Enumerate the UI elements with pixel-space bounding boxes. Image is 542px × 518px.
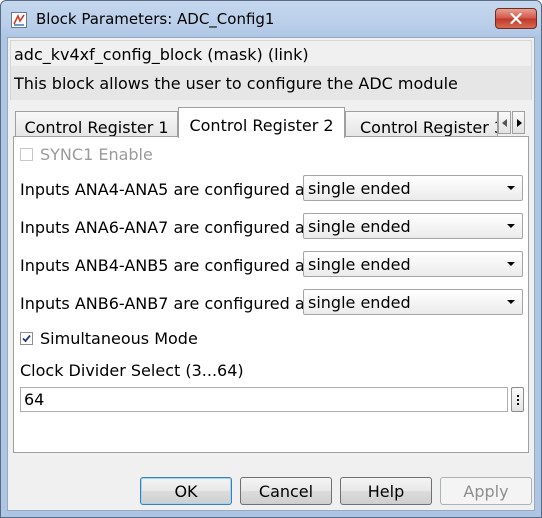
window-title: Block Parameters: ADC_Config1 (36, 10, 275, 28)
clock-divider-field[interactable] (20, 387, 508, 412)
cancel-button[interactable]: Cancel (240, 477, 332, 505)
ana4-ana5-value: single ended (308, 179, 411, 198)
close-icon (510, 13, 522, 24)
simultaneous-mode-checkbox[interactable] (20, 332, 33, 345)
anb4-anb5-label: Inputs ANB4-ANB5 are configured as (20, 256, 314, 275)
chevron-down-icon (507, 262, 515, 266)
arrow-left-icon (501, 118, 507, 127)
ana4-ana5-label: Inputs ANA4-ANA5 are configured as (20, 180, 313, 199)
dialog-client-area: adc_kv4xf_config_block (mask) (link) Thi… (7, 37, 535, 511)
chevron-down-icon (507, 186, 515, 190)
anb6-anb7-value: single ended (308, 293, 411, 312)
anb6-anb7-label: Inputs ANB6-ANB7 are configured as (20, 294, 314, 313)
tab-scroll-left-button[interactable] (498, 111, 511, 134)
anb4-anb5-select[interactable]: single ended (303, 251, 523, 277)
tab-control-register-3[interactable]: Control Register 3 (345, 111, 498, 138)
checkmark-icon (22, 334, 31, 343)
apply-button[interactable]: Apply (440, 477, 532, 505)
ok-button[interactable]: OK (140, 477, 232, 505)
sync1-enable-row: SYNC1 Enable (20, 145, 153, 164)
ana4-ana5-select[interactable]: single ended (303, 175, 523, 201)
block-name-label: adc_kv4xf_config_block (mask) (link) (14, 45, 309, 64)
arrow-right-icon (516, 118, 522, 127)
tab-control-register-2[interactable]: Control Register 2 (178, 107, 345, 138)
simultaneous-mode-label: Simultaneous Mode (40, 329, 198, 348)
simulink-block-icon (11, 12, 27, 28)
tab-panel: SYNC1 Enable Inputs ANA4-ANA5 are config… (13, 136, 529, 453)
description-text: This block allows the user to configure … (14, 74, 458, 93)
clock-divider-input[interactable] (21, 388, 504, 410)
clock-divider-label: Clock Divider Select (3...64) (20, 361, 244, 380)
chevron-down-icon (507, 224, 515, 228)
title-bar[interactable]: Block Parameters: ADC_Config1 (1, 1, 541, 37)
ana6-ana7-label: Inputs ANA6-ANA7 are configured as (20, 218, 313, 237)
close-button[interactable] (495, 8, 537, 29)
ana6-ana7-value: single ended (308, 217, 411, 236)
description-area: This block allows the user to configure … (11, 66, 531, 100)
help-button[interactable]: Help (340, 477, 432, 505)
tab-scroll-right-button[interactable] (512, 111, 525, 134)
dialog-window: Block Parameters: ADC_Config1 adc_kv4xf_… (0, 0, 542, 518)
clock-divider-options-button[interactable] (511, 387, 524, 412)
tab-control-register-1[interactable]: Control Register 1 (15, 111, 178, 138)
sync1-enable-checkbox[interactable] (20, 148, 33, 161)
anb6-anb7-select[interactable]: single ended (303, 289, 523, 315)
sync1-enable-label: SYNC1 Enable (40, 145, 153, 164)
mask-description-group: adc_kv4xf_config_block (mask) (link) Thi… (10, 40, 532, 100)
chevron-down-icon (507, 300, 515, 304)
simultaneous-mode-row: Simultaneous Mode (20, 329, 198, 348)
anb4-anb5-value: single ended (308, 255, 411, 274)
ana6-ana7-select[interactable]: single ended (303, 213, 523, 239)
